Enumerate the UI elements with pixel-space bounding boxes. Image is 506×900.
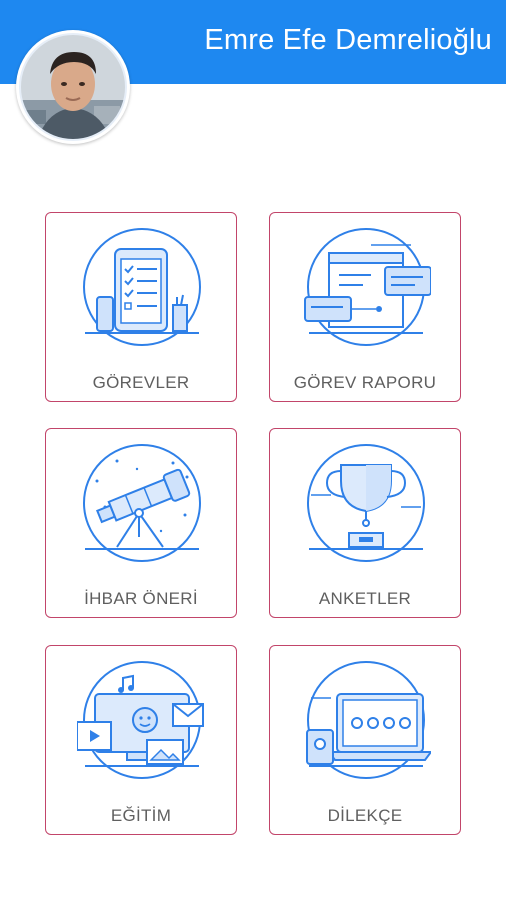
menu-card-label: DİLEKÇE bbox=[327, 806, 403, 825]
menu-card-dilekce[interactable]: DİLEKÇE bbox=[269, 645, 461, 835]
menu-card-label: ANKETLER bbox=[318, 589, 412, 608]
telescope-icon bbox=[83, 444, 201, 562]
menu-grid: GÖREVLER GÖREV RAPORU İHBAR ÖNERİ ANKETL… bbox=[0, 0, 506, 900]
menu-card-anketler[interactable]: ANKETLER bbox=[269, 428, 461, 618]
menu-card-label: GÖREVLER bbox=[92, 373, 190, 392]
media-education-icon bbox=[77, 661, 204, 779]
menu-card-ihbar-oneri[interactable]: İHBAR ÖNERİ bbox=[45, 428, 237, 618]
menu-card-label: EĞİTİM bbox=[110, 806, 172, 825]
menu-card-label: GÖREV RAPORU bbox=[293, 373, 437, 392]
menu-card-egitim[interactable]: EĞİTİM bbox=[45, 645, 237, 835]
trophy-icon bbox=[307, 444, 425, 562]
menu-card-gorev-raporu[interactable]: GÖREV RAPORU bbox=[269, 212, 461, 402]
menu-card-label: İHBAR ÖNERİ bbox=[84, 589, 198, 608]
menu-card-gorevler[interactable]: GÖREVLER bbox=[45, 212, 237, 402]
report-chat-window-icon bbox=[304, 228, 431, 346]
task-checklist-phone-icon bbox=[83, 228, 201, 346]
laptop-petition-icon bbox=[306, 661, 431, 779]
